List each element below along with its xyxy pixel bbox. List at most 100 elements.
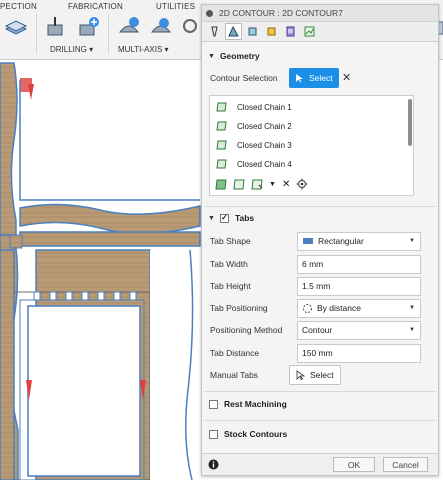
- geometry-section-header[interactable]: ▼ Geometry: [202, 51, 438, 61]
- ok-button[interactable]: OK: [333, 457, 375, 472]
- tabs-heading: Tabs: [234, 213, 255, 223]
- tab-linking[interactable]: [282, 23, 299, 40]
- chain-dropdown-icon[interactable]: ▼: [269, 181, 276, 188]
- list-scrollbar[interactable]: [408, 99, 412, 146]
- tab-geometry[interactable]: [225, 23, 242, 40]
- dialog-title: 2D CONTOUR : 2D CONTOUR7: [219, 8, 343, 18]
- chain-icon: [216, 121, 227, 131]
- add-chain-icon[interactable]: [215, 179, 227, 190]
- list-item[interactable]: Closed Chain 3: [216, 136, 292, 154]
- stock-contours-header[interactable]: Stock Contours: [202, 429, 438, 439]
- tab-distance-field[interactable]: 150 mm: [297, 343, 421, 363]
- cancel-button[interactable]: Cancel: [383, 457, 428, 472]
- info-icon[interactable]: [208, 459, 219, 470]
- contour-select-button[interactable]: Select: [289, 68, 339, 88]
- tabs-section-header[interactable]: ▼ ✓ Tabs: [202, 213, 438, 223]
- list-item[interactable]: Closed Chain 1: [216, 98, 292, 116]
- geometry-icon: [228, 26, 239, 37]
- ribbon-tab-utilities[interactable]: UTILITIES: [156, 2, 195, 11]
- passes-icon: [267, 27, 276, 36]
- tab-height-value: 1.5 mm: [302, 281, 331, 291]
- tab-height-row: Tab Height 1.5 mm: [210, 276, 434, 296]
- dialog-indicator-icon: [206, 9, 213, 17]
- chain-icon: [216, 102, 227, 112]
- tool-icon: [211, 26, 218, 37]
- chain-tools: ▼ ✕: [215, 178, 308, 190]
- tab-positioning-label: Tab Positioning: [210, 303, 268, 313]
- tab-height-field[interactable]: 1.5 mm: [297, 276, 421, 296]
- tab-positioning-row: Tab Positioning By distance ▼: [210, 298, 434, 318]
- positioning-method-row: Positioning Method Contour ▼: [210, 320, 434, 340]
- ribbon-separator: [108, 14, 109, 54]
- drilling-group-label[interactable]: DRILLING ▾: [50, 45, 93, 54]
- tabs-checkbox[interactable]: ✓: [219, 213, 229, 223]
- manual-tabs-label: Manual Tabs: [210, 370, 259, 380]
- chevron-down-icon: ▼: [409, 304, 415, 311]
- dialog-tabs: [202, 22, 438, 42]
- tab-heights[interactable]: [244, 23, 261, 40]
- heights-icon: [248, 27, 257, 36]
- tab-summary[interactable]: [301, 23, 318, 40]
- tab-positioning-select[interactable]: By distance ▼: [297, 298, 421, 318]
- divider: [205, 206, 435, 207]
- tab-shape-label: Tab Shape: [210, 236, 251, 246]
- contour-select-label: Select: [309, 73, 333, 83]
- tab-shape-select[interactable]: Rectangular ▼: [297, 231, 421, 251]
- drill-icon[interactable]: [44, 14, 70, 40]
- tab-distance-value: 150 mm: [302, 348, 333, 358]
- linking-icon: [286, 26, 295, 37]
- tab-width-label: Tab Width: [210, 259, 248, 269]
- layers-icon[interactable]: [3, 14, 29, 40]
- tab-width-row: Tab Width 6 mm: [210, 254, 434, 274]
- multi-axis-icon[interactable]: [116, 14, 142, 40]
- cursor-icon: [296, 370, 305, 380]
- tab-distance-label: Tab Distance: [210, 348, 260, 358]
- stock-contours-label: Stock Contours: [224, 429, 288, 439]
- rest-machining-label: Rest Machining: [224, 399, 287, 409]
- chain-label: Closed Chain 1: [237, 102, 292, 112]
- dialog-footer: OK Cancel: [202, 453, 438, 475]
- chain-list[interactable]: Closed Chain 1 Closed Chain 2 Closed Cha…: [209, 95, 414, 196]
- summary-icon: [304, 26, 315, 37]
- chain-icon: [216, 159, 227, 169]
- stock-contours-checkbox[interactable]: [209, 429, 218, 439]
- geometry-heading: Geometry: [219, 51, 260, 61]
- chain-options-icon[interactable]: [251, 179, 263, 190]
- rest-machining-header[interactable]: Rest Machining: [202, 399, 438, 409]
- positioning-method-select[interactable]: Contour ▼: [297, 320, 421, 340]
- cursor-icon: [296, 74, 303, 83]
- tab-width-field[interactable]: 6 mm: [297, 254, 421, 274]
- ribbon-tab-inspection[interactable]: PECTION: [0, 2, 37, 11]
- tab-passes[interactable]: [263, 23, 280, 40]
- tab-height-label: Tab Height: [210, 281, 251, 291]
- chevron-down-icon: ▼: [409, 326, 415, 333]
- rest-machining-checkbox[interactable]: [209, 399, 218, 409]
- tab-distance-row: Tab Distance 150 mm: [210, 343, 434, 363]
- remove-chain-icon[interactable]: ✕: [282, 179, 290, 190]
- manual-tabs-select-label: Select: [310, 370, 334, 380]
- manual-tabs-select-button[interactable]: Select: [289, 365, 341, 385]
- collapse-caret-icon[interactable]: ▼: [208, 53, 215, 60]
- collapse-caret-icon[interactable]: ▼: [208, 215, 215, 222]
- positioning-method-label: Positioning Method: [210, 325, 283, 335]
- rectangular-tab-icon: [303, 238, 313, 244]
- list-item[interactable]: Closed Chain 2: [216, 117, 292, 135]
- gear-icon[interactable]: [296, 178, 308, 190]
- dialog-title-bar[interactable]: 2D CONTOUR : 2D CONTOUR7: [202, 5, 438, 22]
- drill-add-icon[interactable]: [76, 14, 102, 40]
- chain-label: Closed Chain 3: [237, 140, 292, 150]
- tab-positioning-value: By distance: [317, 303, 361, 313]
- multi-axis-swarf-icon[interactable]: [148, 14, 174, 40]
- divider: [205, 391, 435, 392]
- chain-icon: [216, 140, 227, 150]
- ribbon-tab-fabrication[interactable]: FABRICATION: [68, 2, 123, 11]
- divider: [205, 420, 435, 421]
- multi-axis-group-label[interactable]: MULTI-AXIS ▾: [118, 45, 169, 54]
- chain-label: Closed Chain 4: [237, 159, 292, 169]
- list-item[interactable]: Closed Chain 4: [216, 155, 292, 173]
- clear-selection-icon[interactable]: ✕: [342, 71, 351, 84]
- edit-chain-icon[interactable]: [233, 179, 245, 190]
- contour-dialog: 2D CONTOUR : 2D CONTOUR7 ▼ Geometry Cont…: [201, 4, 439, 476]
- tab-tool[interactable]: [206, 23, 223, 40]
- chevron-down-icon: ▼: [409, 237, 415, 244]
